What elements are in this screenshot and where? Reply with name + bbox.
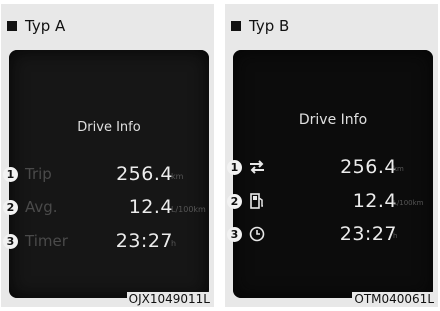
timer-unit: h (171, 239, 177, 248)
trip-row: 1 Trip 256.4 km (3, 163, 209, 189)
panel-title: Typ A (7, 15, 65, 37)
timer-value: 23:27 (339, 223, 397, 245)
avg-unit: L/100km (393, 199, 424, 207)
callout-number: 2 (227, 194, 242, 209)
callout-number: 1 (3, 167, 18, 182)
figure-code: OJX1049011L (126, 292, 212, 306)
clock-icon (249, 226, 265, 242)
trip-arrows-icon (250, 160, 264, 174)
timer-row: 3 23:27 h (227, 223, 433, 249)
timer-value: 23:27 (115, 230, 173, 252)
avg-row: 2 12.4 L/100km (227, 190, 433, 216)
avg-value: 12.4 (352, 190, 397, 212)
cluster-display: Drive Info 1 Trip 256.4 km 2 Avg. 12.4 L… (3, 50, 209, 298)
avg-label: Avg. (25, 198, 58, 216)
callout-number: 2 (3, 200, 18, 215)
callout-number: 3 (3, 234, 18, 249)
panel-title-text: Typ B (249, 17, 290, 35)
trip-row: 1 256.4 km (227, 156, 433, 182)
drive-info-title: Drive Info (77, 120, 141, 135)
trip-unit: km (171, 172, 184, 181)
avg-value: 12.4 (128, 196, 173, 218)
cluster-display: Drive Info 1 256.4 km 2 12.4 L/100km 3 2… (227, 50, 433, 298)
timer-label: Timer (25, 232, 68, 250)
trip-value: 256.4 (116, 163, 173, 185)
callout-number: 3 (227, 227, 242, 242)
timer-unit: h (393, 232, 398, 240)
panel-typ-a: Typ A Drive Info 1 Trip 256.4 km 2 Avg. … (1, 4, 214, 307)
timer-row: 3 Timer 23:27 h (3, 230, 209, 256)
drive-info-title: Drive Info (298, 112, 368, 128)
square-bullet-icon (231, 21, 241, 31)
square-bullet-icon (7, 21, 17, 31)
avg-row: 2 Avg. 12.4 L/100km (3, 196, 209, 222)
panel-title: Typ B (231, 15, 289, 37)
avg-unit: L/100km (171, 205, 206, 214)
callout-number: 1 (227, 160, 242, 175)
panel-title-text: Typ A (25, 17, 66, 35)
figure-code: OTM040061L (352, 292, 436, 306)
trip-label: Trip (25, 165, 52, 183)
trip-value: 256.4 (340, 156, 397, 178)
fuel-pump-icon (250, 193, 263, 209)
trip-unit: km (393, 165, 404, 173)
panel-typ-b: Typ B Drive Info 1 256.4 km 2 12.4 L/100… (225, 4, 438, 307)
